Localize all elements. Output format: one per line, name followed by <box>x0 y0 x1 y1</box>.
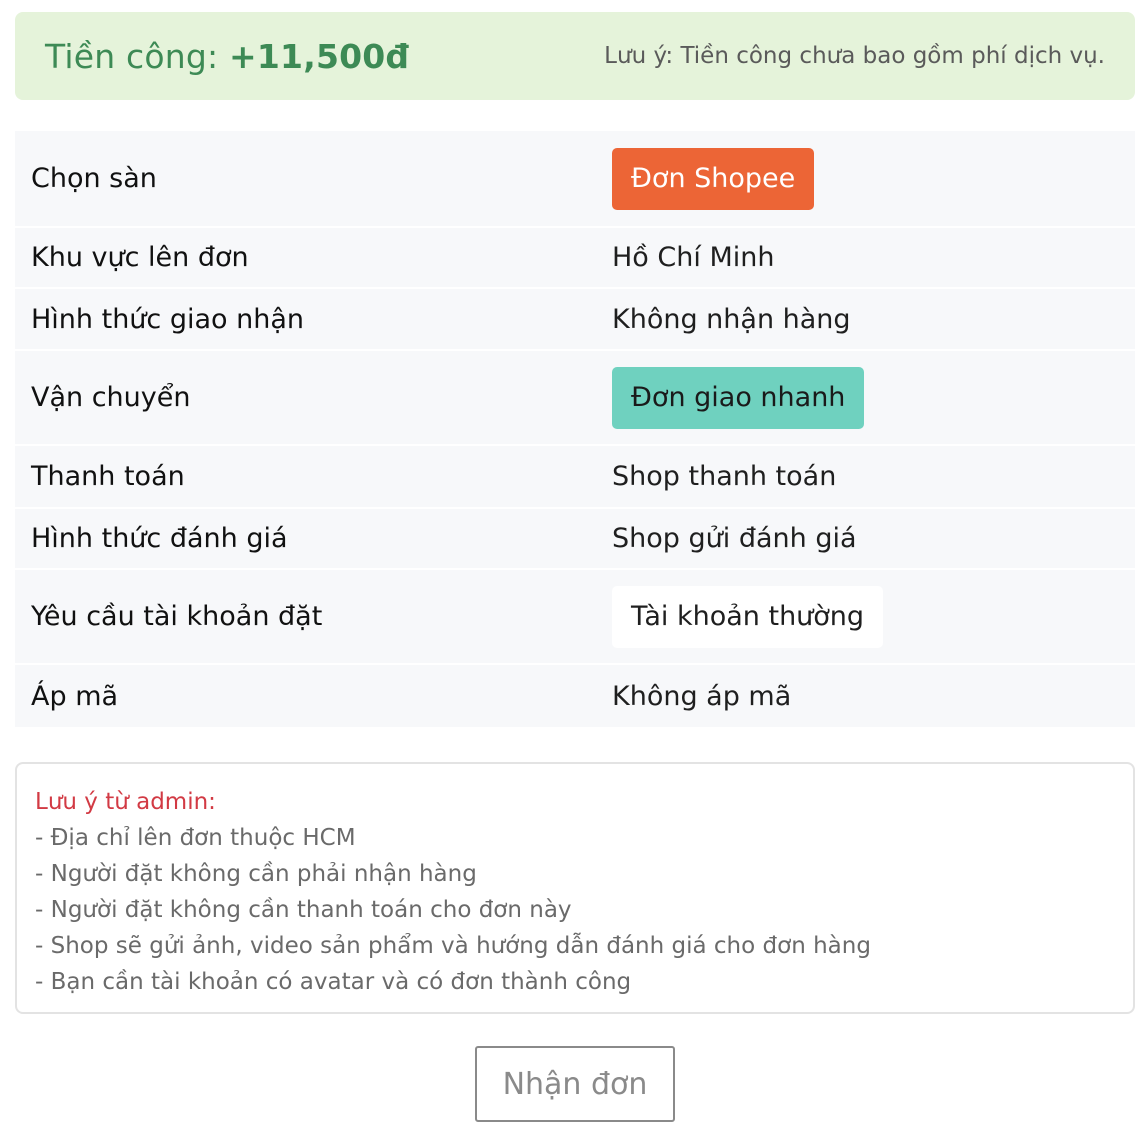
row-label: Chọn sàn <box>31 163 157 194</box>
row-value: Tài khoản thường <box>612 585 1135 648</box>
row-label: Yêu cầu tài khoản đặt <box>31 601 323 632</box>
row-value: Đơn giao nhanh <box>612 366 1135 429</box>
order-detail-page: Tiền công: +11,500đ Lưu ý: Tiền công chư… <box>0 0 1138 1130</box>
earning-label: Tiền công: <box>45 36 230 76</box>
order-info-table: Chọn sàn Đơn Shopee Khu vực lên đơn Hồ C… <box>15 131 1135 727</box>
row-shipping: Vận chuyển Đơn giao nhanh <box>15 351 1135 446</box>
earning-summary: Tiền công: +11,500đ <box>45 37 409 76</box>
row-value: Không nhận hàng <box>612 303 851 335</box>
row-account-requirement: Yêu cầu tài khoản đặt Tài khoản thường <box>15 570 1135 665</box>
row-value: Không áp mã <box>612 680 792 712</box>
account-badge: Tài khoản thường <box>612 585 884 648</box>
admin-note-line: - Địa chỉ lên đơn thuộc HCM <box>35 825 356 851</box>
row-coupon: Áp mã Không áp mã <box>15 665 1135 727</box>
admin-note-line: - Bạn cần tài khoản có avatar và có đơn … <box>35 969 632 995</box>
shipping-badge: Đơn giao nhanh <box>612 366 865 429</box>
admin-note-line: - Shop sẽ gửi ảnh, video sản phẩm và hướ… <box>35 933 871 959</box>
accept-order-button[interactable]: Nhận đơn <box>475 1046 675 1122</box>
row-label: Khu vực lên đơn <box>31 242 249 273</box>
row-region: Khu vực lên đơn Hồ Chí Minh <box>15 228 1135 289</box>
row-label: Áp mã <box>31 680 119 712</box>
admin-note-title: Lưu ý từ admin: <box>35 789 216 815</box>
row-label: Hình thức đánh giá <box>31 523 288 554</box>
row-value: Đơn Shopee <box>612 147 1135 210</box>
row-delivery-method: Hình thức giao nhận Không nhận hàng <box>15 289 1135 351</box>
row-label: Hình thức giao nhận <box>31 303 305 335</box>
earning-banner: Tiền công: +11,500đ Lưu ý: Tiền công chư… <box>15 12 1135 100</box>
row-value: Shop gửi đánh giá <box>612 523 857 554</box>
earning-note: Lưu ý: Tiền công chưa bao gồm phí dịch v… <box>604 43 1105 69</box>
earning-amount: +11,500đ <box>229 36 410 76</box>
platform-badge: Đơn Shopee <box>612 147 815 210</box>
row-value: Hồ Chí Minh <box>612 242 775 273</box>
row-payment: Thanh toán Shop thanh toán <box>15 446 1135 509</box>
row-label: Vận chuyển <box>31 382 191 413</box>
admin-note-line: - Người đặt không cần thanh toán cho đơn… <box>35 897 572 923</box>
row-label: Thanh toán <box>31 461 185 492</box>
row-platform: Chọn sàn Đơn Shopee <box>15 131 1135 228</box>
admin-note-box: Lưu ý từ admin: - Địa chỉ lên đơn thuộc … <box>15 762 1135 1014</box>
row-value: Shop thanh toán <box>612 461 837 492</box>
admin-note-line: - Người đặt không cần phải nhận hàng <box>35 861 477 887</box>
row-review-method: Hình thức đánh giá Shop gửi đánh giá <box>15 509 1135 570</box>
